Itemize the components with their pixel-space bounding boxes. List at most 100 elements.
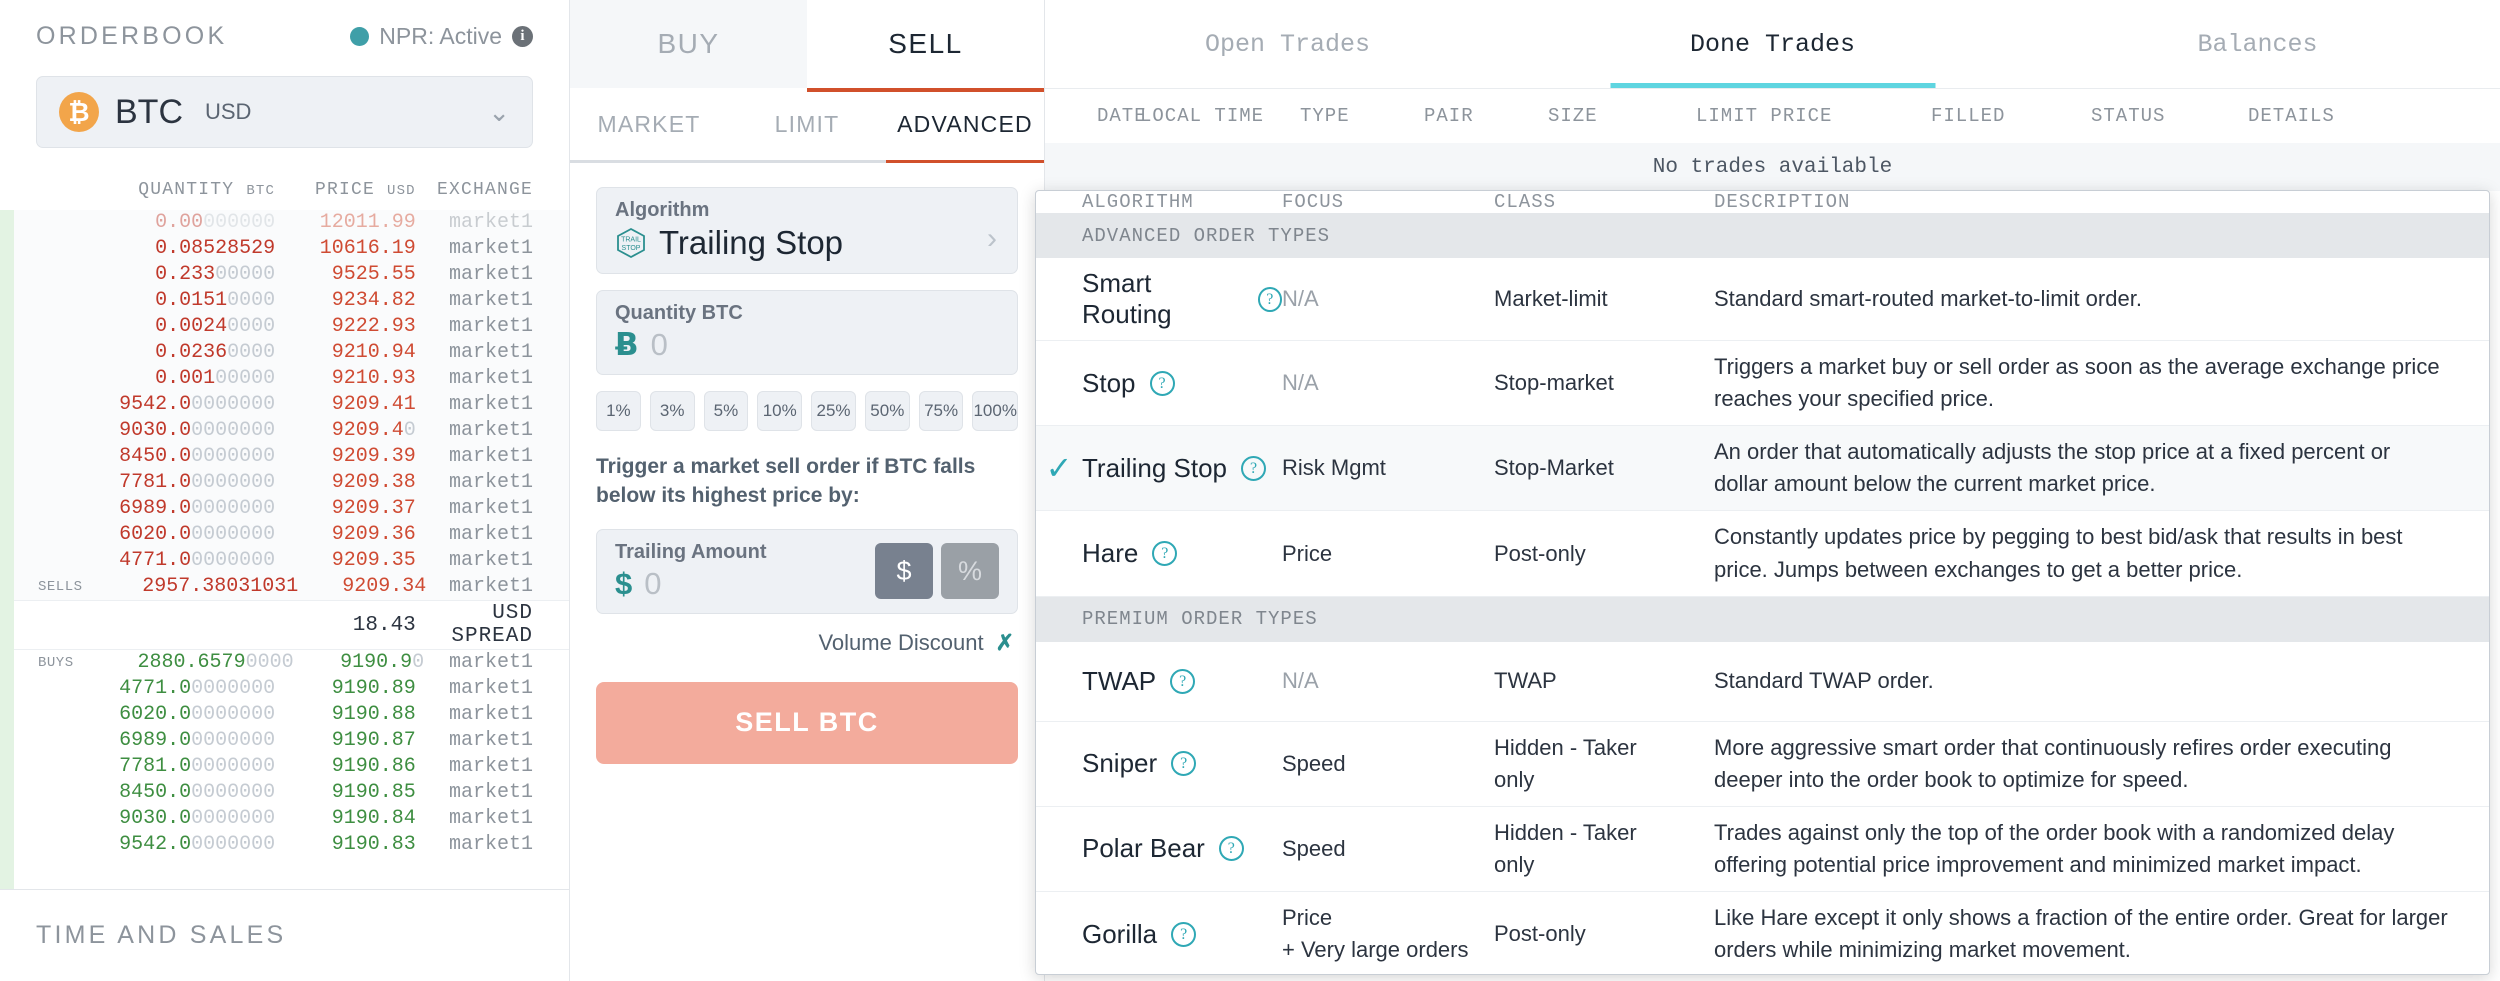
percent-button-50[interactable]: 50% (864, 391, 910, 431)
orderbook-row[interactable]: 0.08528529 10616.19 market1 (0, 236, 569, 262)
tab-balances[interactable]: Balances (2015, 0, 2500, 88)
status-dot-icon (350, 26, 370, 46)
sell-btc-button[interactable]: SELL BTC (596, 681, 1018, 764)
orderbook-row[interactable]: 0.00100000 9210.93 market1 (0, 366, 569, 392)
percent-button-5[interactable]: 5% (703, 391, 749, 431)
orderbook-row[interactable]: 0.00240000 9222.93 market1 (0, 314, 569, 340)
algorithm-selection-modal[interactable]: ALGORITHM FOCUS CLASS DESCRIPTION ADVANC… (1035, 190, 2490, 975)
orderbook-row[interactable]: 9542.00000000 9190.83 market1 (0, 210, 569, 889)
orderbook-column-headers: QUANTITY BTC PRICE USD EXCHANGE (0, 166, 569, 210)
orderbook-row[interactable]: 4771.00000000 9209.35 market1 (0, 548, 569, 574)
algorithm-row[interactable]: Sniper? Speed Hidden - Taker only More aggre… (1036, 722, 2489, 807)
cell-price: 9525.55 (331, 263, 416, 286)
orderbook-row[interactable]: 6989.00000000 9190.87 market1 (0, 210, 569, 889)
question-mark-icon[interactable]: ? (1171, 921, 1197, 947)
cell-exchange: market1 (448, 393, 533, 416)
cell-quantity: 0.00240000 (155, 315, 276, 338)
percent-button-3[interactable]: 3% (649, 391, 695, 431)
algorithm-class: Hidden - Taker only (1494, 734, 1637, 792)
tab-market[interactable]: MARKET (570, 88, 728, 160)
question-mark-icon[interactable]: ? (1171, 751, 1197, 777)
algorithm-row[interactable]: Smart Routing? N/A Market-limit Standard sm… (1036, 258, 2489, 341)
quantity-input[interactable]: 0 (651, 327, 668, 363)
cell-price: 9209.34 (342, 575, 427, 598)
modal-body[interactable]: ADVANCED ORDER TYPES Smart Routing? N/A Mar… (1036, 213, 2489, 974)
volume-discount-toggle[interactable]: Volume Discount ✗ (596, 630, 1014, 656)
orderbook-row[interactable]: 9542.00000000 9209.41 market1 (0, 392, 569, 418)
algorithm-row[interactable]: Stop? N/A Stop-market Triggers a market buy… (1036, 341, 2489, 427)
pair-symbol: BTC (115, 92, 183, 131)
tab-advanced[interactable]: ADVANCED (886, 88, 1044, 160)
time-and-sales-title: TIME AND SALES (36, 921, 287, 949)
question-mark-icon[interactable]: ? (1149, 370, 1175, 396)
info-icon[interactable]: i (512, 25, 533, 47)
question-mark-icon[interactable]: ? (1152, 541, 1178, 567)
orderbook-row[interactable]: 8450.00000000 9209.39 market1 (0, 444, 569, 470)
question-mark-icon[interactable]: ? (1170, 668, 1196, 694)
question-mark-icon[interactable]: ? (1257, 286, 1282, 312)
orderbook-row[interactable]: 9030.00000000 9209.40 market1 (0, 418, 569, 444)
orderbook-row[interactable]: BUYS 2880.65790000 9190.90 market1 (0, 210, 569, 889)
algorithm-row[interactable]: ✓ Trailing Stop? Risk Mgmt Stop-Market An or… (1036, 426, 2489, 512)
algorithm-name-cell: Stop? (1082, 368, 1282, 399)
percent-button-25[interactable]: 25% (811, 391, 856, 431)
orderbook-row[interactable]: 0.00000000 12011.99 market1 (0, 210, 569, 236)
trailing-amount-field[interactable]: Trailing Amount $ 0 $ % (596, 528, 1018, 614)
question-mark-icon[interactable]: ? (1218, 836, 1244, 862)
cell-quantity: 7781.00000000 (119, 471, 276, 494)
orderbook-row[interactable]: 6989.00000000 9209.37 market1 (0, 496, 569, 522)
tab-buy[interactable]: BUY (570, 0, 807, 88)
algorithm-row[interactable]: Polar Bear? Speed Hidden - Taker only Trades… (1036, 807, 2489, 893)
algorithm-row[interactable]: Hare? Price Post-only Constantly updates pr… (1036, 511, 2489, 597)
orderbook-row[interactable]: 8450.00000000 9190.85 market1 (0, 210, 569, 889)
algorithm-name: TWAP (1082, 665, 1157, 696)
orderbook-row[interactable]: 9030.00000000 9190.84 market1 (0, 210, 569, 889)
npr-status[interactable]: NPR: Active i (350, 23, 533, 50)
cell-quantity: 8450.00000000 (119, 445, 276, 468)
svg-text:TRAIL: TRAIL (621, 237, 641, 244)
tab-sell[interactable]: SELL (807, 0, 1044, 88)
cell-quantity: 9542.00000000 (119, 833, 276, 856)
check-icon: ✓ (1045, 450, 1073, 487)
orderbook-row[interactable]: 0.23300000 9525.55 market1 (0, 262, 569, 288)
percent-button-1[interactable]: 1% (596, 391, 641, 431)
orderbook-row[interactable]: 4771.00000000 9190.89 market1 (0, 210, 569, 889)
orderbook-row[interactable]: 6020.00000000 9209.36 market1 (0, 522, 569, 548)
algorithm-description: Triggers a market buy or sell order as s… (1714, 354, 2440, 412)
percent-button-100[interactable]: 100% (972, 391, 1018, 431)
quantity-field[interactable]: Quantity BTC Ƀ 0 (596, 290, 1018, 375)
orderbook-row[interactable]: 7781.00000000 9190.86 market1 (0, 210, 569, 889)
orderbook-row[interactable]: 0.01510000 9234.82 market1 (0, 288, 569, 314)
percent-button-75[interactable]: 75% (918, 391, 964, 431)
cell-exchange: market1 (448, 341, 533, 364)
percent-quick-buttons[interactable]: 1% 3% 5% 10% 25% 50% 75% 100% (596, 391, 1018, 431)
tab-open-trades[interactable]: Open Trades (1045, 0, 1530, 88)
tab-done-trades[interactable]: Done Trades (1530, 0, 2015, 88)
percent-button-10[interactable]: 10% (757, 391, 803, 431)
tab-limit[interactable]: LIMIT (728, 88, 886, 160)
chevron-right-icon[interactable]: › (987, 222, 997, 256)
toggle-percent[interactable]: % (941, 543, 999, 600)
question-mark-icon[interactable]: ? (1241, 455, 1266, 481)
buy-orders-list[interactable]: BUYS 2880.65790000 9190.90 market1 4771.0000… (0, 210, 569, 889)
algorithm-name: Smart Routing (1082, 268, 1172, 329)
trades-column-details: DETAILS (2248, 105, 2335, 127)
algorithm-row[interactable]: Gorilla? Price + Very large orders Post-onl… (1036, 892, 2489, 974)
trailing-amount-input[interactable]: 0 (644, 566, 661, 602)
sell-orders-list[interactable]: 0.00000000 12011.99 market1 0.08528529 10616… (0, 210, 569, 600)
cell-exchange: market1 (448, 781, 533, 804)
orderbook-row[interactable]: 7781.00000000 9209.38 market1 (0, 470, 569, 496)
toggle-dollar[interactable]: $ (875, 543, 933, 600)
trades-tabs: Open Trades Done Trades Balances (1045, 0, 2500, 88)
cell-exchange: market1 (448, 419, 533, 442)
cell-price: 9209.35 (331, 549, 416, 572)
algorithm-row[interactable]: TWAP? N/A TWAP Standard TWAP order. (1036, 642, 2489, 722)
orderbook-row[interactable]: 0.02360000 9210.94 market1 (0, 340, 569, 366)
algorithm-selector[interactable]: Algorithm TRAIL STOP Trailing Stop › (596, 187, 1018, 274)
orderbook-row[interactable]: 6020.00000000 9190.88 market1 (0, 210, 569, 889)
pair-selector[interactable]: ₿ BTC USD ⌄ (36, 76, 533, 148)
cell-exchange: market1 (448, 289, 533, 312)
orderbook-row[interactable]: SELLS 2957.38031031 9209.34 market1 (0, 574, 569, 600)
chevron-down-icon[interactable]: ⌄ (488, 97, 510, 128)
orderbook-rows[interactable]: 0.00000000 12011.99 market1 0.08528529 10616… (0, 210, 569, 889)
